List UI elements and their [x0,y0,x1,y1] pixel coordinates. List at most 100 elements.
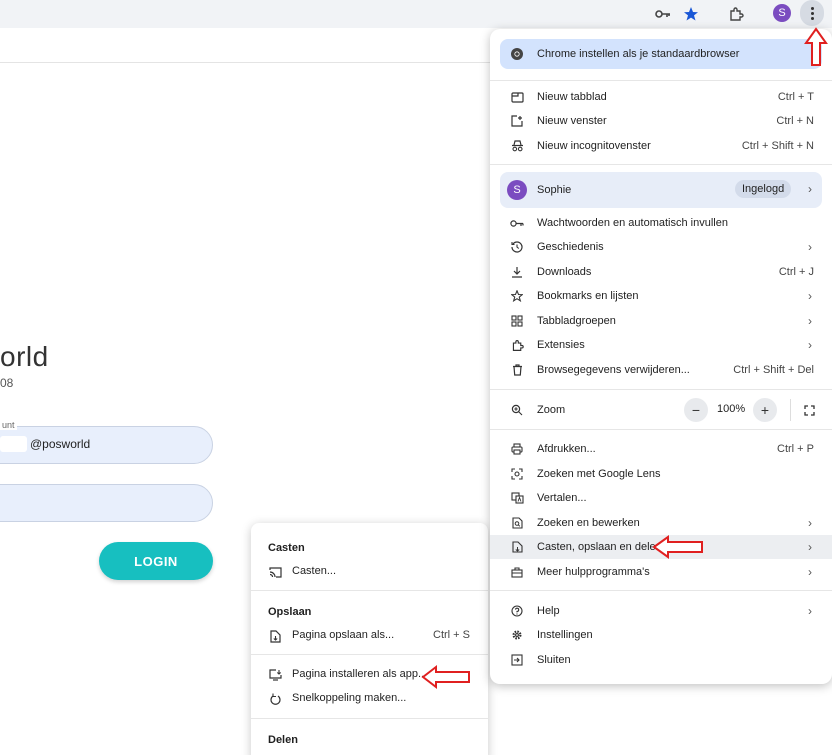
bookmarks-label: Bookmarks en lijsten [537,290,639,302]
account-field-redaction [0,436,27,452]
brand-title: orld [0,341,49,372]
new-tab-label: Nieuw tabblad [537,91,607,103]
new-tab-icon [509,89,525,105]
chevron-right-icon: › [808,516,812,530]
print-label: Afdrukken... [537,443,596,455]
zoom-level: 100% [717,403,746,415]
install-app-icon [268,668,282,682]
passwords-item[interactable]: Wachtwoorden en automatisch invullen [490,211,832,235]
more-tools-item[interactable]: Meer hulpprogramma's › [490,560,832,584]
exit-icon [509,652,525,668]
chevron-right-icon: › [808,604,812,618]
extensions-item[interactable]: Extensies › [490,333,832,357]
incognito-label: Nieuw incognitovenster [537,140,651,152]
chevron-right-icon: › [808,182,812,196]
more-tools-label: Meer hulpprogramma's [537,566,650,578]
bookmark-star-icon[interactable] [680,3,702,25]
chevron-right-icon: › [808,314,812,328]
annotation-arrow-left-cast [652,535,703,559]
print-item[interactable]: Afdrukken... Ctrl + P [490,437,832,461]
tabgroups-item[interactable]: Tabbladgroepen › [490,309,832,333]
extensions-label: Extensies [537,339,585,351]
toolbox-icon [509,564,525,580]
clear-data-shortcut: Ctrl + Shift + Del [733,364,814,376]
kebab-dot [810,11,814,15]
save-page-icon [268,629,282,643]
zoom-divider [790,399,791,421]
google-lens-item[interactable]: Zoeken met Google Lens [490,462,832,486]
tabgroups-label: Tabbladgroepen [537,315,616,327]
profile-avatar-icon[interactable]: S [773,4,791,22]
find-document-icon [509,515,525,531]
account-field-value: @posworld [30,437,91,451]
browser-toolbar: S [0,0,832,28]
translate-icon [509,490,525,506]
clear-data-item[interactable]: Browsegegevens verwijderen... Ctrl + Shi… [490,358,832,382]
printer-icon [509,441,525,457]
key-icon [509,215,525,231]
exit-item[interactable]: Sluiten [490,648,832,672]
zoom-out-button[interactable]: − [684,398,708,422]
chrome-main-menu: Chrome instellen als je standaardbrowser… [490,29,832,684]
extensions-puzzle-icon[interactable] [725,3,747,25]
password-field[interactable] [0,484,213,522]
tab-groups-icon [509,313,525,329]
new-window-item[interactable]: Nieuw venster Ctrl + N [490,109,832,133]
history-item[interactable]: Geschiedenis › [490,235,832,259]
cast-icon [268,565,282,579]
menu-divider [490,164,832,165]
downloads-item[interactable]: Downloads Ctrl + J [490,260,832,284]
menu-divider [490,590,832,591]
translate-item[interactable]: Vertalen... [490,486,832,510]
chrome-menu-button[interactable] [800,0,824,26]
downloads-label: Downloads [537,266,592,278]
incognito-shortcut: Ctrl + Shift + N [741,140,814,152]
passwords-label: Wachtwoorden en automatisch invullen [537,217,728,229]
profile-item[interactable]: S Sophie Ingelogd › [500,172,822,208]
puzzle-icon [509,337,525,353]
password-key-icon[interactable] [652,3,674,25]
signed-in-badge: Ingelogd [735,180,792,198]
incognito-item[interactable]: Nieuw incognitovenster Ctrl + Shift + N [490,134,832,158]
kebab-dot [810,6,814,10]
chevron-right-icon: › [808,289,812,303]
submenu-divider [251,654,488,655]
account-field-label: unt [0,420,17,430]
history-icon [509,239,525,255]
settings-label: Instellingen [537,629,593,641]
settings-item[interactable]: Instellingen [490,623,832,647]
cast-item[interactable]: Casten... [251,560,488,584]
clear-data-label: Browsegegevens verwijderen... [537,364,690,376]
gear-icon [509,627,525,643]
exit-label: Sluiten [537,654,571,666]
chevron-right-icon: › [808,540,812,554]
translate-label: Vertalen... [537,492,587,504]
create-shortcut-label: Snelkoppeling maken... [292,692,407,704]
save-page-label: Pagina opslaan als... [292,629,395,641]
help-icon [509,603,525,619]
google-lens-label: Zoeken met Google Lens [537,468,661,480]
new-window-shortcut: Ctrl + N [776,115,814,127]
create-shortcut-item[interactable]: Snelkoppeling maken... [251,687,488,711]
profile-name: Sophie [537,184,572,196]
menu-divider [490,389,832,390]
zoom-in-button[interactable]: + [753,398,777,422]
help-label: Help [537,605,560,617]
share-heading: Delen [268,734,298,746]
set-default-browser-label: Chrome instellen als je standaardbrowser [537,48,740,60]
set-default-browser-item[interactable]: Chrome instellen als je standaardbrowser [500,39,822,69]
profile-avatar: S [507,180,527,200]
incognito-icon [509,138,525,154]
bookmarks-item[interactable]: Bookmarks en lijsten › [490,284,832,308]
menu-divider [490,80,832,81]
save-page-item[interactable]: Pagina opslaan als... Ctrl + S [251,624,488,648]
login-button[interactable]: LOGIN [99,542,213,580]
find-edit-item[interactable]: Zoeken en bewerken › [490,511,832,535]
save-page-shortcut: Ctrl + S [433,629,470,641]
print-shortcut: Ctrl + P [777,443,814,455]
fullscreen-icon[interactable] [799,400,819,420]
new-tab-item[interactable]: Nieuw tabblad Ctrl + T [490,85,832,109]
help-item[interactable]: Help › [490,599,832,623]
shortcut-arrow-icon [268,692,282,706]
downloads-shortcut: Ctrl + J [778,266,814,278]
